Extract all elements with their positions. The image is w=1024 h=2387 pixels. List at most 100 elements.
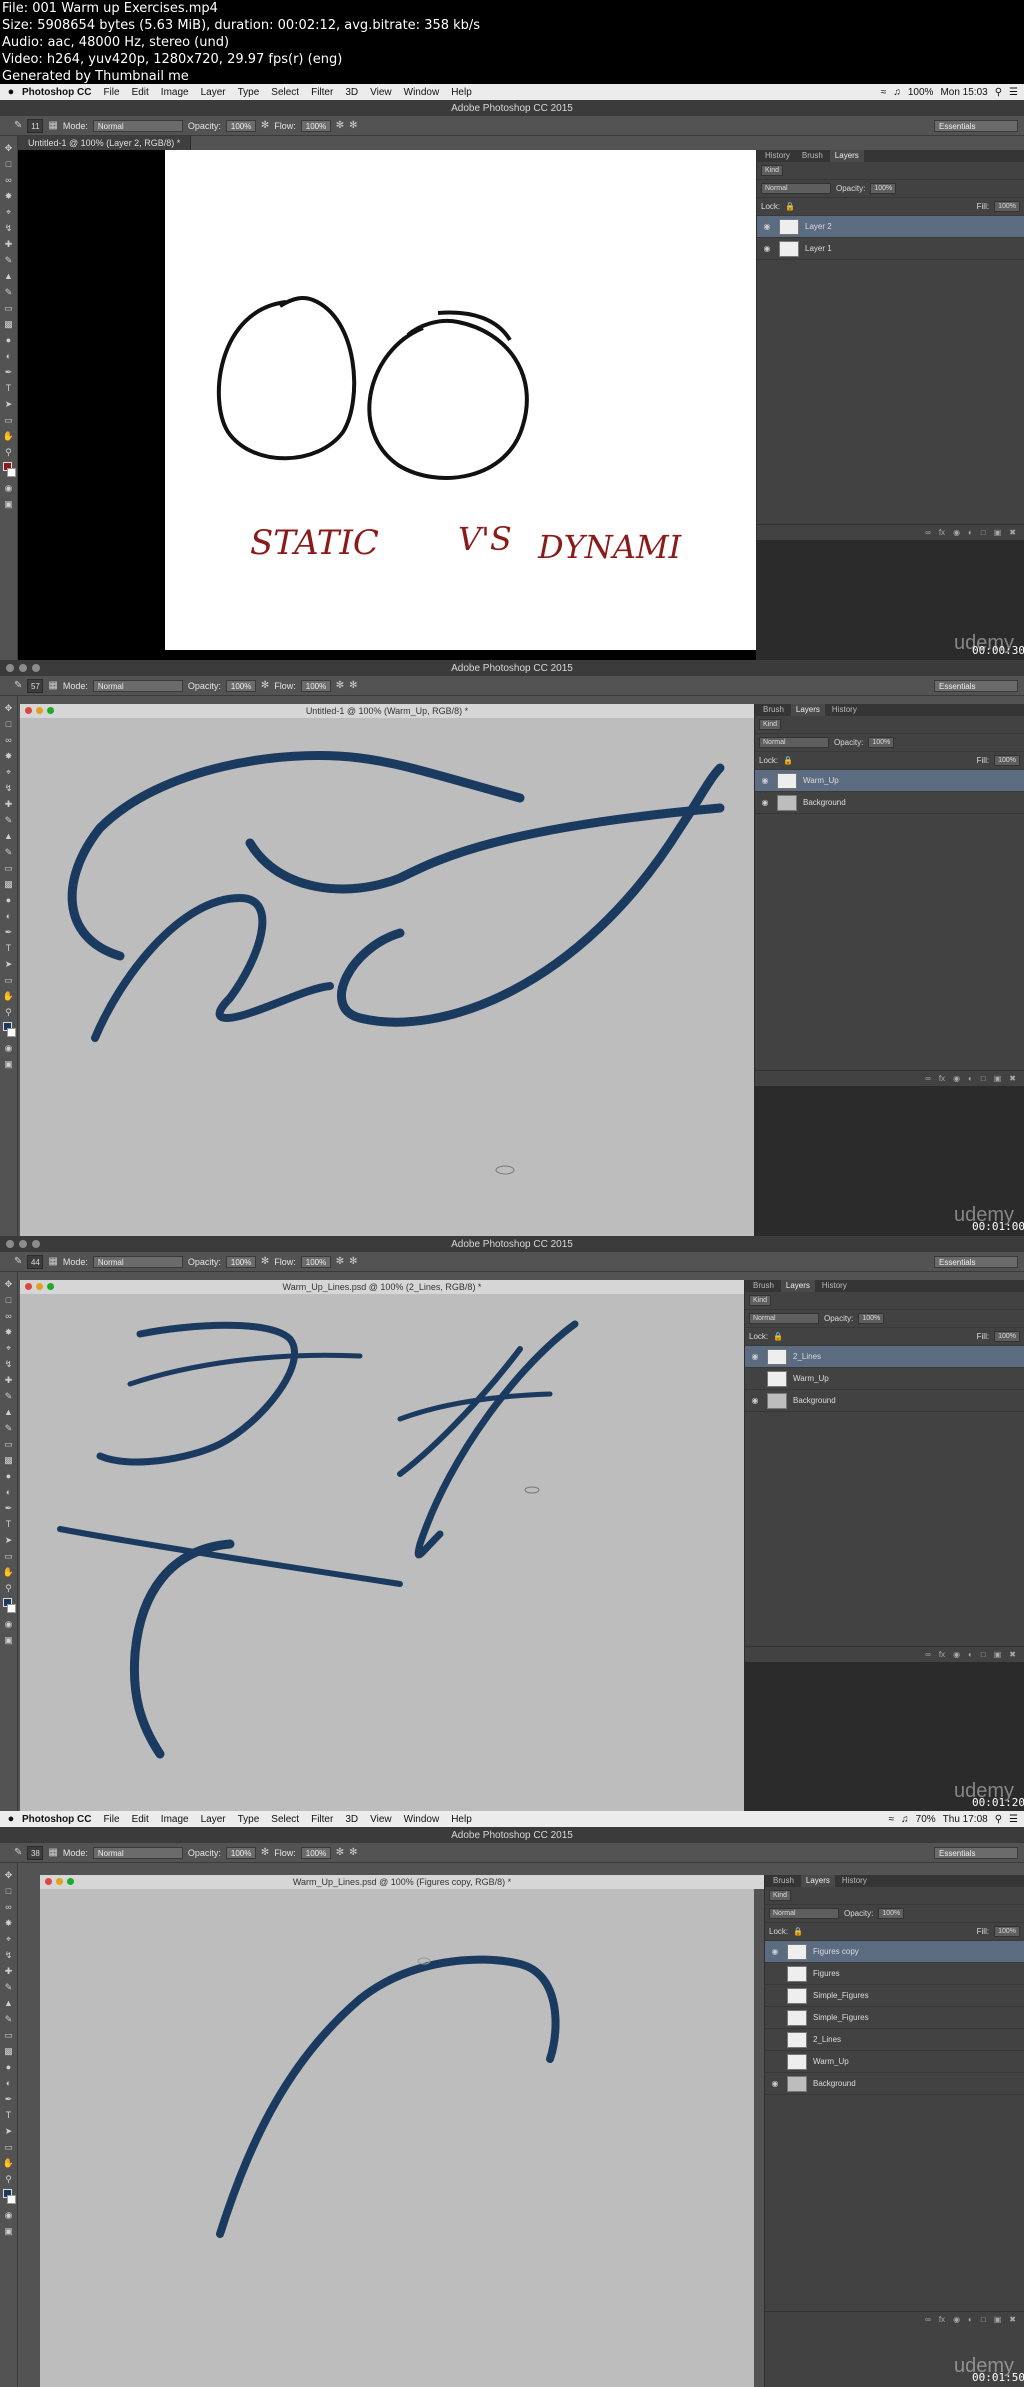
crop-tool-icon[interactable]: ⌖ <box>6 766 11 778</box>
tab-layers[interactable]: Layers <box>780 1280 815 1292</box>
canvas-line-strokes[interactable] <box>20 1294 744 1812</box>
lock-icon[interactable]: 🔒 <box>783 756 793 765</box>
search-icon[interactable]: ⚲ <box>995 87 1002 98</box>
brush-panel-icon[interactable]: ▦ <box>48 1847 57 1858</box>
battery-level[interactable]: 70% <box>916 1814 936 1825</box>
zoom-tool-icon[interactable]: ⚲ <box>5 2173 12 2185</box>
mask-icon[interactable]: ◉ <box>953 528 960 537</box>
quick-mask-icon[interactable]: ◉ <box>5 1618 13 1630</box>
color-swatches[interactable] <box>2 462 16 478</box>
color-swatches[interactable] <box>2 2189 16 2205</box>
eraser-icon[interactable]: ▭ <box>4 2029 13 2041</box>
mode-select[interactable]: Normal <box>92 1255 183 1268</box>
battery-level[interactable]: 100% <box>908 87 934 98</box>
screen-mode-icon[interactable]: ▣ <box>4 1058 13 1070</box>
document-window-title[interactable]: Untitled-1 @ 100% (Warm_Up, RGB/8) * <box>20 704 754 718</box>
canvas-area[interactable] <box>40 1889 754 2387</box>
canvas-warm-up-strokes[interactable] <box>20 718 754 1236</box>
layer-row[interactable]: Figures <box>765 1963 1024 1985</box>
minimize-icon[interactable] <box>36 1283 43 1290</box>
path-select-icon[interactable]: ➤ <box>5 958 13 970</box>
brush-size-picker[interactable]: 38 <box>27 1845 44 1860</box>
adjustment-icon[interactable]: ◐ <box>968 1650 973 1659</box>
fx-icon[interactable]: fx <box>939 528 945 537</box>
close-icon[interactable] <box>25 707 32 714</box>
background-color[interactable] <box>6 468 16 477</box>
flow-input[interactable]: 100% <box>300 119 331 132</box>
brush-tool-icon[interactable]: ✎ <box>14 120 22 131</box>
folder-icon[interactable]: □ <box>981 1650 986 1659</box>
quick-select-icon[interactable]: ✸ <box>5 1326 13 1338</box>
healing-icon[interactable]: ✚ <box>5 798 13 810</box>
zoom-icon[interactable] <box>47 1283 54 1290</box>
lasso-tool-icon[interactable]: ∞ <box>5 174 11 186</box>
adjustment-icon[interactable]: ◐ <box>968 2315 973 2324</box>
dodge-icon[interactable]: ◐ <box>6 910 11 922</box>
healing-icon[interactable]: ✚ <box>5 1965 13 1977</box>
type-tool-icon[interactable]: T <box>6 2109 12 2121</box>
workspace-select[interactable]: Essentials <box>934 1846 1018 1859</box>
tab-brush[interactable]: Brush <box>758 704 789 716</box>
brush-panel-icon[interactable]: ▦ <box>48 680 57 691</box>
pen-icon[interactable]: ✒ <box>5 926 13 938</box>
flow-input[interactable]: 100% <box>300 679 331 692</box>
menu-view[interactable]: View <box>370 87 392 98</box>
pressure-opacity-icon[interactable]: ✻ <box>261 120 269 131</box>
minimize-icon[interactable] <box>56 1878 63 1885</box>
quick-select-icon[interactable]: ✸ <box>5 1917 13 1929</box>
trash-icon[interactable]: ✖ <box>1009 1074 1016 1083</box>
blur-icon[interactable]: ● <box>6 894 11 906</box>
eraser-icon[interactable]: ▭ <box>4 302 13 314</box>
quick-mask-icon[interactable]: ◉ <box>5 2209 13 2221</box>
gradient-icon[interactable]: ▩ <box>4 1454 13 1466</box>
zoom-icon[interactable] <box>32 1240 40 1248</box>
path-select-icon[interactable]: ➤ <box>5 1534 13 1546</box>
blend-mode-select[interactable]: Normal <box>749 1313 819 1324</box>
layer-row[interactable]: 2_Lines <box>765 2029 1024 2051</box>
brush-icon[interactable]: ✎ <box>5 814 13 826</box>
menu-image[interactable]: Image <box>161 87 189 98</box>
layer-row[interactable]: ◉ Layer 2 <box>757 216 1024 238</box>
zoom-tool-icon[interactable]: ⚲ <box>5 1582 12 1594</box>
menu-layer[interactable]: Layer <box>201 87 226 98</box>
fill-input[interactable]: 100% <box>994 1926 1020 1937</box>
menu-help[interactable]: Help <box>451 1814 472 1825</box>
trash-icon[interactable]: ✖ <box>1009 528 1016 537</box>
workspace-select[interactable]: Essentials <box>934 1255 1018 1268</box>
eye-icon[interactable]: ◉ <box>749 1352 761 1361</box>
new-layer-icon[interactable]: ▣ <box>994 1074 1002 1083</box>
layer-opacity-input[interactable]: 100% <box>858 1313 885 1324</box>
screen-mode-icon[interactable]: ▣ <box>4 498 13 510</box>
layer-row[interactable]: ◉ Background <box>765 2073 1024 2095</box>
minimize-icon[interactable] <box>19 1240 27 1248</box>
layer-row[interactable]: ◉ Warm_Up <box>755 770 1024 792</box>
menu-edit[interactable]: Edit <box>132 87 149 98</box>
menu-edit[interactable]: Edit <box>132 1814 149 1825</box>
apple-icon[interactable]: ● <box>0 1813 22 1825</box>
menu-app[interactable]: Photoshop CC <box>22 1814 91 1825</box>
blend-mode-select[interactable]: Normal <box>761 183 831 194</box>
opacity-input[interactable]: 100% <box>225 119 256 132</box>
menu-3d[interactable]: 3D <box>345 87 358 98</box>
new-layer-icon[interactable]: ▣ <box>994 2315 1002 2324</box>
tab-layers[interactable]: Layers <box>800 1875 835 1887</box>
tab-history[interactable]: History <box>817 1280 852 1292</box>
brush-icon[interactable]: ✎ <box>5 254 13 266</box>
move-tool-icon[interactable]: ✥ <box>5 1869 13 1881</box>
gradient-icon[interactable]: ▩ <box>4 878 13 890</box>
adjustment-icon[interactable]: ◐ <box>968 528 973 537</box>
mode-select[interactable]: Normal <box>92 679 183 692</box>
layer-row[interactable]: ◉ Figures copy <box>765 1941 1024 1963</box>
layer-row[interactable]: Simple_Figures <box>765 1985 1024 2007</box>
brush-tool-icon[interactable]: ✎ <box>14 1847 22 1858</box>
document-window-title[interactable]: Warm_Up_Lines.psd @ 100% (2_Lines, RGB/8… <box>20 1280 744 1294</box>
type-tool-icon[interactable]: T <box>6 382 12 394</box>
fill-input[interactable]: 100% <box>994 755 1020 766</box>
tab-brush[interactable]: Brush <box>768 1875 799 1887</box>
layer-row[interactable]: Warm_Up <box>745 1368 1024 1390</box>
menu-file[interactable]: File <box>103 87 119 98</box>
opacity-input[interactable]: 100% <box>225 679 256 692</box>
hand-tool-icon[interactable]: ✋ <box>3 430 14 442</box>
brush-tool-icon[interactable]: ✎ <box>14 680 22 691</box>
menu-select[interactable]: Select <box>271 1814 299 1825</box>
